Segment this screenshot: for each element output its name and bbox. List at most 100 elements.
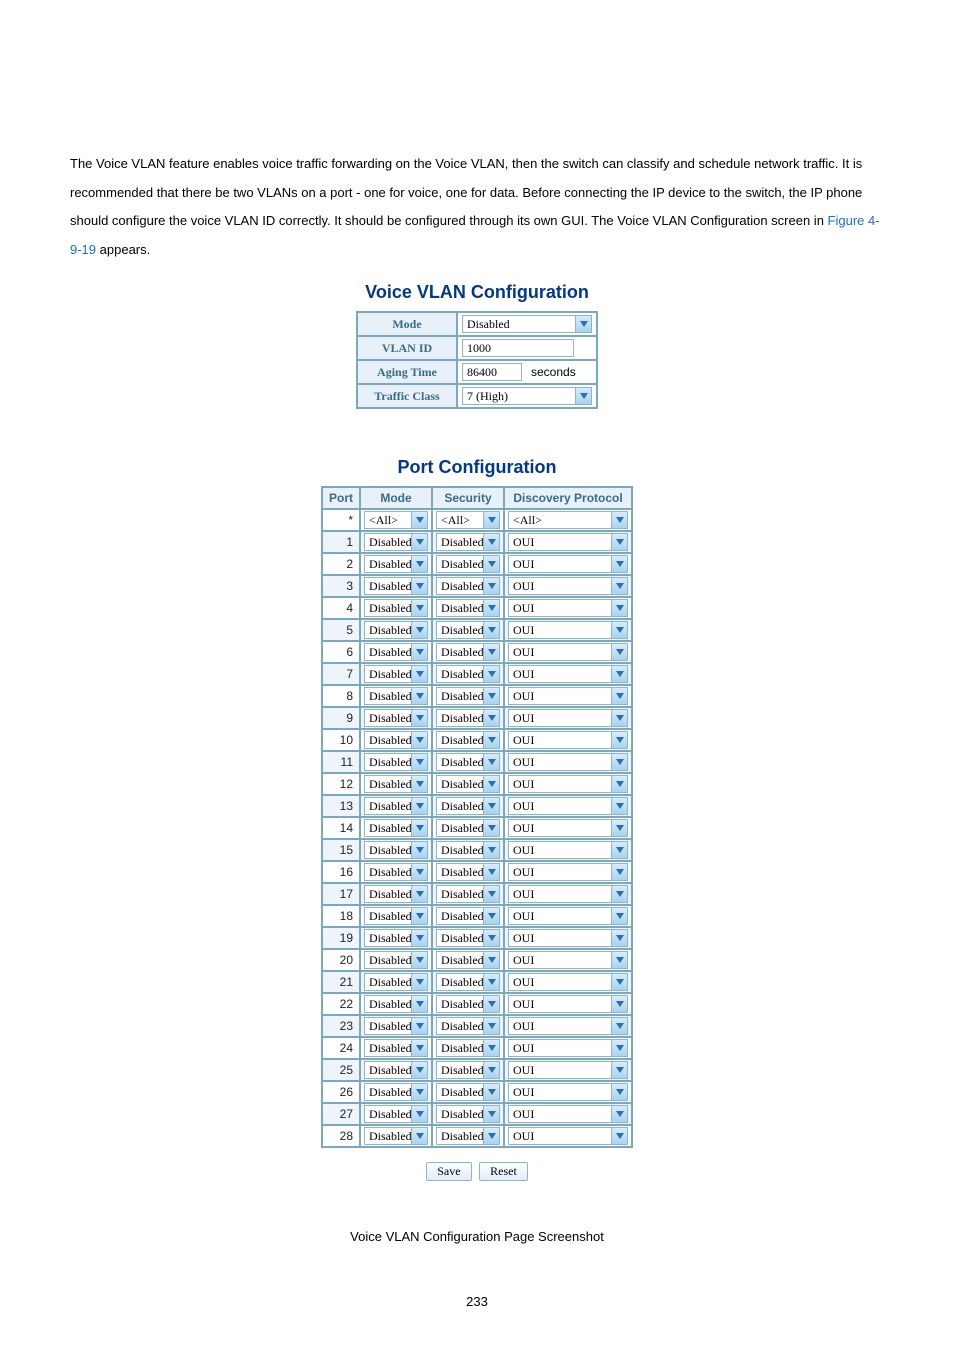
port-discovery-select[interactable]: OUI [508,775,628,793]
port-discovery-select[interactable]: OUI [508,753,628,771]
port-security-select[interactable]: Disabled [436,555,500,573]
port-discovery-select[interactable]: OUI [508,731,628,749]
port-security-select[interactable]: Disabled [436,1061,500,1079]
port-mode-select[interactable]: Disabled [364,1039,428,1057]
port-mode-select[interactable]: Disabled [364,731,428,749]
port-security-select[interactable]: Disabled [436,643,500,661]
port-discovery-select[interactable]: OUI [508,797,628,815]
port-mode-select[interactable]: Disabled [364,555,428,573]
port-mode-select[interactable]: Disabled [364,841,428,859]
port-discovery-select[interactable]: OUI [508,1061,628,1079]
aging-time-input[interactable]: 86400 [462,363,522,381]
port-security-select[interactable]: Disabled [436,929,500,947]
port-security-select[interactable]: Disabled [436,819,500,837]
port-mode-select[interactable]: Disabled [364,533,428,551]
discovery-header: Discovery Protocol [504,487,632,509]
port-discovery-select[interactable]: OUI [508,621,628,639]
port-mode-select[interactable]: Disabled [364,797,428,815]
reset-button[interactable]: Reset [479,1162,528,1181]
port-discovery-select[interactable]: OUI [508,973,628,991]
port-mode-select[interactable]: Disabled [364,1127,428,1145]
port-mode-select[interactable]: Disabled [364,621,428,639]
mode-select[interactable]: Disabled [462,315,592,333]
port-discovery-select[interactable]: OUI [508,841,628,859]
port-security-select[interactable]: Disabled [436,907,500,925]
port-discovery-select[interactable]: OUI [508,709,628,727]
port-mode-select[interactable]: Disabled [364,599,428,617]
port-security-select[interactable]: Disabled [436,1127,500,1145]
port-security-select[interactable]: Disabled [436,995,500,1013]
port-all-security-select[interactable]: <All> [436,511,500,529]
port-security-select[interactable]: Disabled [436,687,500,705]
port-mode-select[interactable]: Disabled [364,643,428,661]
port-mode-select[interactable]: Disabled [364,1061,428,1079]
save-button[interactable]: Save [426,1162,471,1181]
port-discovery-select[interactable]: OUI [508,643,628,661]
port-security-select[interactable]: Disabled [436,1039,500,1057]
port-discovery-select[interactable]: OUI [508,929,628,947]
port-discovery-select[interactable]: OUI [508,687,628,705]
traffic-class-select[interactable]: 7 (High) [462,387,592,405]
port-discovery-select[interactable]: OUI [508,951,628,969]
port-discovery-select[interactable]: OUI [508,907,628,925]
vlan-id-input[interactable]: 1000 [462,339,574,357]
port-discovery-select[interactable]: OUI [508,819,628,837]
port-mode-select[interactable]: Disabled [364,951,428,969]
port-mode-select[interactable]: Disabled [364,863,428,881]
port-mode-select[interactable]: Disabled [364,1083,428,1101]
port-mode-select[interactable]: Disabled [364,687,428,705]
port-security-select[interactable]: Disabled [436,709,500,727]
port-mode-select[interactable]: Disabled [364,973,428,991]
port-discovery-select[interactable]: OUI [508,1105,628,1123]
port-security-select[interactable]: Disabled [436,1017,500,1035]
port-mode-select[interactable]: Disabled [364,819,428,837]
port-discovery-select[interactable]: OUI [508,1083,628,1101]
port-all-discovery-select[interactable]: <All> [508,511,628,529]
port-all-mode-select[interactable]: <All> [364,511,428,529]
port-security-select[interactable]: Disabled [436,1105,500,1123]
port-mode-select[interactable]: Disabled [364,709,428,727]
port-security-select[interactable]: Disabled [436,1083,500,1101]
port-discovery-select[interactable]: OUI [508,577,628,595]
port-security-select[interactable]: Disabled [436,775,500,793]
port-security-select[interactable]: Disabled [436,665,500,683]
port-security-select[interactable]: Disabled [436,577,500,595]
port-security-select[interactable]: Disabled [436,731,500,749]
port-security-select[interactable]: Disabled [436,841,500,859]
port-discovery-select[interactable]: OUI [508,1127,628,1145]
port-discovery-select[interactable]: OUI [508,1039,628,1057]
port-cell: 26 [322,1081,360,1103]
port-discovery-select[interactable]: OUI [508,995,628,1013]
port-security-select[interactable]: Disabled [436,797,500,815]
port-security-select[interactable]: Disabled [436,951,500,969]
port-mode-select[interactable]: Disabled [364,577,428,595]
port-mode-select[interactable]: Disabled [364,775,428,793]
port-security-select[interactable]: Disabled [436,885,500,903]
port-discovery-select[interactable]: OUI [508,665,628,683]
chevron-down-icon [611,732,627,748]
port-mode-select[interactable]: Disabled [364,1017,428,1035]
port-security-select[interactable]: Disabled [436,621,500,639]
port-discovery-select[interactable]: OUI [508,599,628,617]
port-security-select[interactable]: Disabled [436,973,500,991]
port-mode-select-value: Disabled [365,535,411,550]
port-security-select[interactable]: Disabled [436,753,500,771]
port-discovery-select[interactable]: OUI [508,863,628,881]
port-mode-select[interactable]: Disabled [364,753,428,771]
port-security-select[interactable]: Disabled [436,533,500,551]
port-discovery-select[interactable]: OUI [508,533,628,551]
port-mode-select[interactable]: Disabled [364,907,428,925]
port-discovery-select-value: OUI [509,535,611,550]
port-security-select-value: Disabled [437,1019,483,1034]
port-mode-select-value: Disabled [365,997,411,1012]
port-mode-select[interactable]: Disabled [364,995,428,1013]
port-mode-select[interactable]: Disabled [364,885,428,903]
port-mode-select[interactable]: Disabled [364,1105,428,1123]
port-mode-select[interactable]: Disabled [364,929,428,947]
port-discovery-select[interactable]: OUI [508,555,628,573]
port-discovery-select[interactable]: OUI [508,885,628,903]
port-mode-select[interactable]: Disabled [364,665,428,683]
port-discovery-select[interactable]: OUI [508,1017,628,1035]
port-security-select[interactable]: Disabled [436,863,500,881]
port-security-select[interactable]: Disabled [436,599,500,617]
